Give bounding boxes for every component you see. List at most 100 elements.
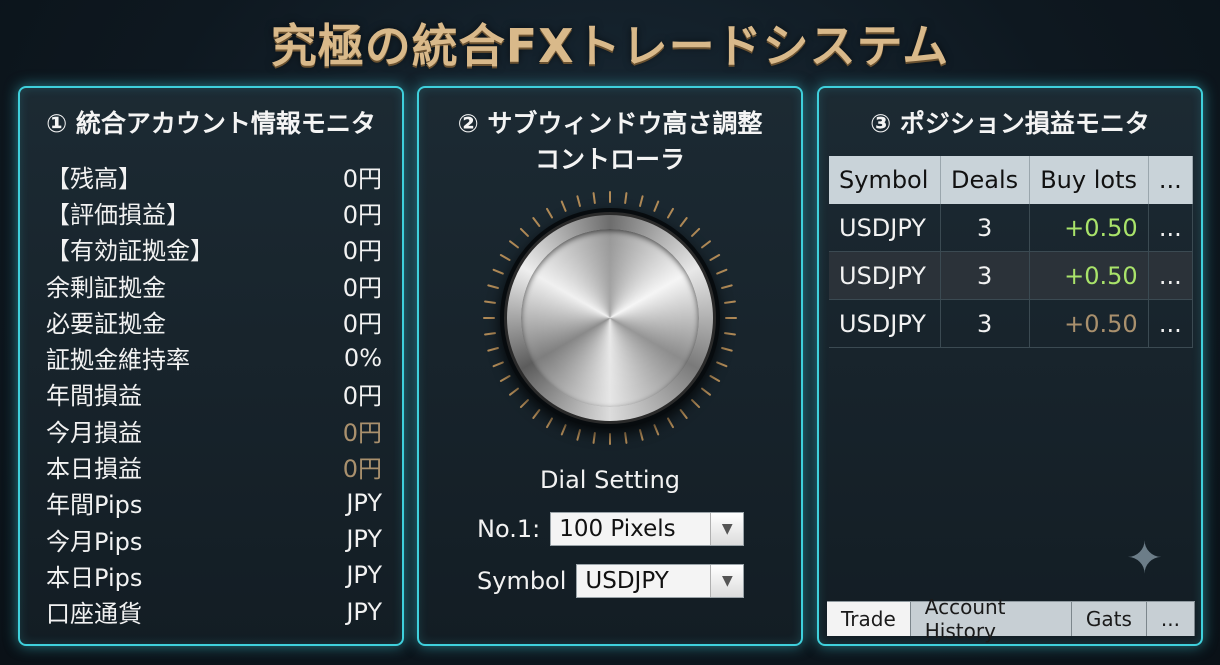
dial-tick: [499, 375, 511, 382]
dial-tick: [691, 227, 701, 237]
row-value: JPY: [346, 488, 382, 517]
knob-face[interactable]: [521, 229, 699, 407]
account-monitor-panel: ① 統合アカウント情報モニタ 【残高】 0円 【評価損益】 0円 【有効証拠金】 0円…: [18, 86, 404, 646]
account-row-daily-pl: 本日損益 0円: [46, 448, 382, 484]
dial-tick: [709, 254, 721, 261]
row-label: 口座通貨: [46, 600, 142, 629]
dial-tick: [492, 268, 504, 275]
chevron-down-icon[interactable]: ▼: [710, 513, 744, 545]
dial-tick: [509, 387, 519, 396]
row-label: 証拠金維持率: [46, 346, 190, 375]
row-label: 余剰証拠金: [46, 273, 166, 302]
row-value: 0円: [342, 309, 382, 338]
row-label: 【有効証拠金】: [46, 237, 214, 266]
symbol-select[interactable]: USDJPY ▼: [576, 564, 745, 598]
row-label: 本日損益: [46, 455, 142, 484]
account-row-balance: 【残高】 0円: [46, 158, 382, 194]
dial-controller-panel: ② サブウィンドウ高さ調整 コントローラ Dial Setting No.1: …: [417, 86, 803, 646]
account-panel-title: ① 統合アカウント情報モニタ: [46, 109, 376, 138]
cell-deals: 3: [940, 251, 1030, 300]
dial-tick: [546, 417, 553, 429]
dial-tick: [639, 195, 644, 207]
dial-tick: [653, 424, 660, 436]
table-row[interactable]: USDJPY 3 +0.50 ...: [829, 204, 1194, 252]
cell-buy-lots: +0.50: [1029, 251, 1149, 300]
account-row-monthly-pl: 今月損益 0円: [46, 412, 382, 448]
row-value: 0円: [342, 455, 382, 484]
column-header-buy-lots[interactable]: Buy lots: [1029, 156, 1149, 204]
account-row-equity: 【有効証拠金】 0円: [46, 231, 382, 267]
dial-tick: [484, 300, 496, 304]
dial-tick: [532, 409, 541, 419]
cell-more: ...: [1148, 204, 1194, 252]
dial-tick: [724, 332, 736, 336]
position-monitor-panel: ③ ポジション損益モニタ Symbol Deals Buy lots ... U…: [817, 86, 1203, 646]
dial-tick: [592, 192, 596, 204]
dial-tick: [532, 217, 541, 227]
account-row-daily-pips: 本日Pips JPY: [46, 557, 382, 593]
dial-tick: [484, 332, 496, 336]
account-row-required-margin: 必要証拠金 0円: [46, 303, 382, 339]
column-header-symbol[interactable]: Symbol: [829, 156, 941, 204]
tab-account-history[interactable]: Account History: [911, 595, 1072, 643]
cell-symbol: USDJPY: [829, 204, 941, 252]
dial-tick: [560, 200, 567, 212]
account-info-list: 【残高】 0円 【評価損益】 0円 【有効証拠金】 0円 余剰証拠金 0円 必要証拠金 0…: [46, 158, 382, 630]
dial-tick: [592, 432, 596, 444]
chevron-down-icon[interactable]: ▼: [710, 565, 744, 597]
dial-tick: [679, 217, 688, 227]
cell-deals: 3: [940, 299, 1030, 348]
height-dial[interactable]: [480, 188, 740, 448]
cell-symbol: USDJPY: [829, 251, 941, 300]
row-label: 必要証拠金: [46, 309, 166, 338]
cell-more: ...: [1148, 251, 1194, 300]
dial-tick: [667, 417, 674, 429]
dial-tick: [679, 409, 688, 419]
tab-more[interactable]: ...: [1147, 602, 1195, 636]
account-row-yearly-pips: 年間Pips JPY: [46, 485, 382, 521]
dial-setting-label: Dial Setting: [539, 466, 681, 494]
account-row-margin-level: 証拠金維持率 0%: [46, 339, 382, 375]
cell-symbol: USDJPY: [829, 299, 941, 348]
dial-tick: [492, 361, 504, 368]
account-row-monthly-pips: 今月Pips JPY: [46, 521, 382, 557]
dial-tick: [721, 347, 733, 352]
row-value: 0円: [342, 382, 382, 411]
dial-tick: [560, 424, 567, 436]
dial-tick: [576, 429, 581, 441]
column-header-deals[interactable]: Deals: [940, 156, 1030, 204]
table-row[interactable]: USDJPY 3 +0.50 ...: [829, 251, 1194, 300]
dial-tick: [724, 300, 736, 304]
dial-tick: [499, 254, 511, 261]
dial-tick: [701, 387, 711, 396]
dial-tick: [709, 375, 721, 382]
dial-panel-title-line1: ② サブウィンドウ高さ調整: [457, 109, 763, 138]
row-label: 年間損益: [46, 382, 142, 411]
dial-tick: [653, 200, 660, 212]
row-label: 今月損益: [46, 418, 142, 447]
account-row-free-margin: 余剰証拠金 0円: [46, 267, 382, 303]
table-row[interactable]: USDJPY 3 +0.50 ...: [829, 299, 1194, 348]
terminal-tabs: Trade Account History Gats ...: [827, 595, 1195, 643]
app-title: 究極の統合FXトレードシステム: [270, 19, 950, 73]
dial-tick: [624, 192, 628, 204]
no1-row: No.1: 100 Pixels ▼: [477, 512, 745, 546]
column-header-more[interactable]: ...: [1148, 156, 1194, 204]
tab-trade[interactable]: Trade: [827, 602, 911, 636]
row-label: 年間Pips: [46, 491, 143, 520]
dial-tick: [509, 240, 519, 249]
row-value: 0%: [343, 343, 382, 372]
dial-tick: [576, 195, 581, 207]
cell-deals: 3: [940, 204, 1030, 252]
no1-pixels-select[interactable]: 100 Pixels ▼: [550, 512, 745, 546]
dial-tick: [487, 347, 499, 352]
cell-more: ...: [1148, 299, 1194, 348]
tab-gats[interactable]: Gats: [1072, 602, 1147, 636]
no1-pixels-value: 100 Pixels: [559, 516, 676, 542]
row-label: 【評価損益】: [46, 200, 190, 229]
dial-tick: [519, 227, 529, 237]
account-row-currency: 口座通貨 JPY: [46, 594, 382, 630]
dial-tick: [639, 429, 644, 441]
dial-tick: [519, 399, 529, 409]
sparkle-icon: ✦: [1126, 533, 1163, 584]
